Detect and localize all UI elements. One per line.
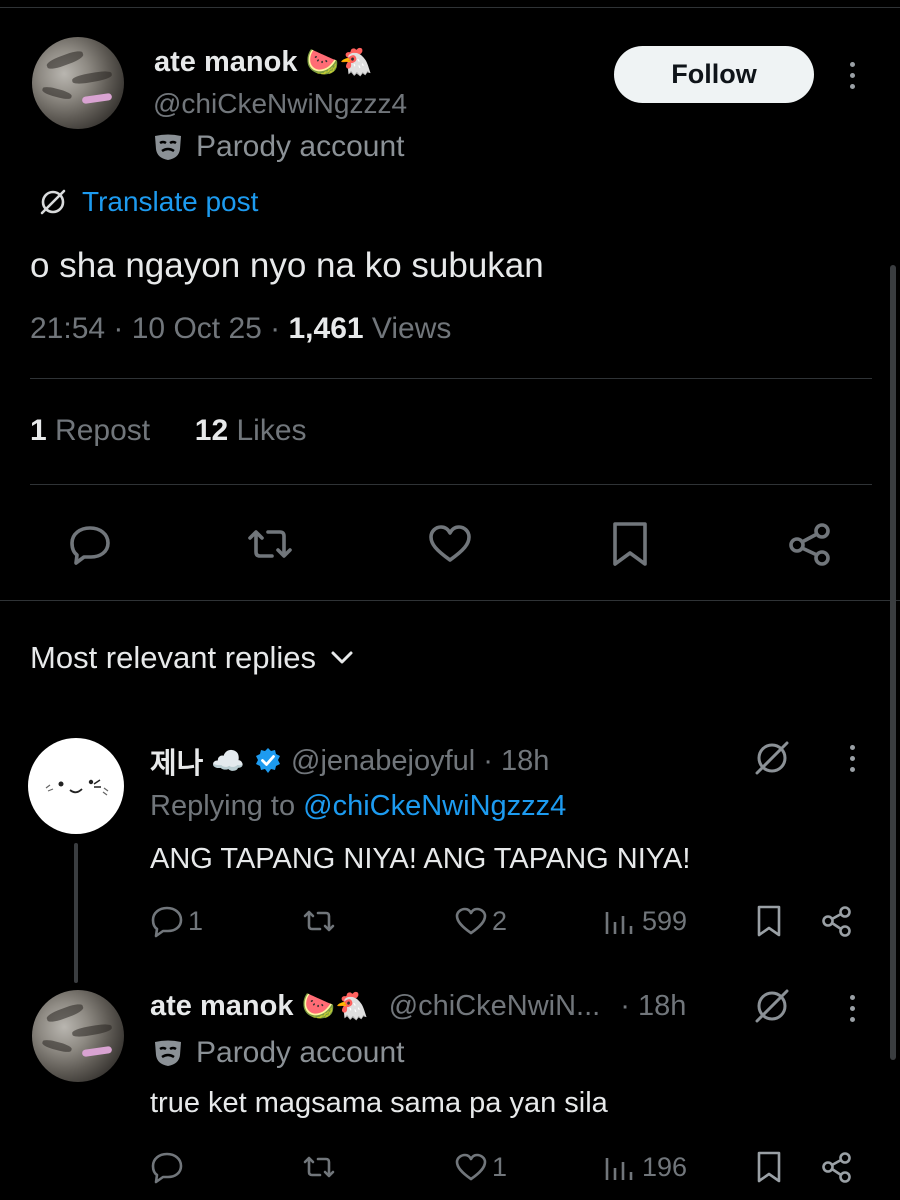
scrollbar[interactable] — [890, 265, 896, 1060]
top-divider — [0, 7, 900, 8]
like-count: 1 — [492, 1151, 508, 1182]
like-count: 2 — [492, 905, 508, 936]
reply-views-action[interactable]: 599 — [602, 904, 687, 938]
author-name-row[interactable]: ate manok 🍉🐔 — [154, 46, 373, 79]
reposts-label: Repost — [55, 414, 151, 447]
reply-more-options-icon[interactable] — [850, 995, 855, 1022]
reply-like-action[interactable]: 2 — [454, 904, 507, 938]
replying-handle-link[interactable]: @chiCkeNwiNgzzz4 — [303, 790, 566, 822]
likes-stat[interactable]: 12 Likes — [195, 414, 307, 447]
replying-to: Replying to @chiCkeNwiNgzzz4 — [150, 790, 566, 823]
reply-more-options-icon[interactable] — [850, 745, 855, 772]
post-date[interactable]: 10 Oct 25 — [132, 312, 262, 345]
reply-text: ANG TAPANG NIYA! ANG TAPANG NIYA! — [150, 843, 691, 875]
reply-icon[interactable] — [150, 1150, 184, 1184]
views-label: Views — [371, 312, 452, 345]
bookmark-icon[interactable] — [752, 904, 786, 938]
reply-author-emoji: 🍉🐔 — [301, 991, 369, 1021]
like-icon[interactable] — [426, 520, 474, 568]
repost-icon[interactable] — [302, 1150, 336, 1184]
repost-icon[interactable] — [246, 520, 294, 568]
parody-label: Parody account — [196, 1036, 405, 1069]
parody-badge: Parody account — [152, 130, 404, 164]
share-icon[interactable] — [820, 1150, 854, 1184]
replies-sort-label[interactable]: Most relevant replies — [30, 640, 316, 676]
reply-author-emoji: ☁️ — [211, 745, 245, 776]
reply-icon[interactable] — [150, 904, 184, 938]
reply-avatar[interactable] — [32, 990, 124, 1082]
reply-time[interactable]: · 18h — [483, 745, 549, 778]
translate-icon — [40, 189, 66, 215]
reply-count: 1 — [188, 905, 204, 936]
follow-button[interactable]: Follow — [614, 46, 814, 103]
view-count: 196 — [642, 1151, 688, 1182]
share-icon[interactable] — [820, 904, 854, 938]
thread-connector — [74, 843, 78, 983]
reply-text: true ket magsama sama pa yan sila — [150, 1087, 608, 1119]
author-name-emoji: 🍉🐔 — [305, 47, 373, 77]
cloud-face-avatar-icon — [45, 779, 109, 796]
translate-label[interactable]: Translate post — [82, 186, 258, 218]
reply-handle[interactable]: @jenabejoyful — [291, 745, 475, 778]
translate-icon[interactable] — [752, 738, 792, 778]
reply-like-action[interactable]: 1 — [454, 1150, 507, 1184]
reply-views-action[interactable]: 196 — [602, 1150, 687, 1184]
parody-mask-icon — [155, 1040, 181, 1066]
parody-mask-icon — [155, 134, 181, 160]
bookmark-icon[interactable] — [752, 1150, 786, 1184]
reply-author-name[interactable]: ate manok — [150, 990, 293, 1023]
like-icon[interactable] — [454, 904, 488, 938]
replying-prefix: Replying to — [150, 790, 296, 822]
reposts-stat[interactable]: 1 Repost — [30, 414, 150, 447]
bookmark-icon[interactable] — [606, 520, 654, 568]
post-text: o sha ngayon nyo na ko subukan — [30, 246, 544, 285]
reply-icon[interactable] — [66, 520, 114, 568]
post-stats: 1 Repost 12 Likes — [30, 414, 307, 448]
post-time[interactable]: 21:54 — [30, 312, 105, 345]
chevron-down-icon[interactable] — [330, 650, 354, 666]
parody-label: Parody account — [196, 130, 405, 163]
parody-badge: Parody account — [152, 1036, 404, 1070]
divider — [0, 600, 900, 601]
translate-post-link[interactable]: Translate post — [38, 186, 258, 218]
like-icon[interactable] — [454, 1150, 488, 1184]
view-count: 599 — [642, 905, 688, 936]
views-chart-icon[interactable] — [602, 904, 636, 938]
more-options-icon[interactable] — [850, 62, 855, 89]
post-meta: 21:54 · 10 Oct 25 · 1,461 Views — [30, 312, 452, 345]
replies-sort-dropdown[interactable]: Most relevant replies — [30, 640, 354, 676]
reply-reply-action[interactable]: 1 — [150, 904, 203, 938]
repost-icon[interactable] — [302, 904, 336, 938]
author-handle[interactable]: @chiCkeNwiNgzzz4 — [153, 88, 407, 120]
translate-icon[interactable] — [752, 986, 792, 1026]
reply-author-name[interactable]: 제나 — [150, 740, 203, 782]
views-count: 1,461 — [288, 312, 364, 345]
likes-label: Likes — [236, 414, 307, 447]
author-avatar[interactable] — [32, 37, 124, 129]
reply-handle[interactable]: @chiCkeNwiN... — [389, 990, 601, 1023]
reply-time[interactable]: · 18h — [620, 990, 686, 1023]
reply-header: 제나 ☁️ @jenabejoyful · 18h — [150, 740, 549, 782]
reposts-count: 1 — [30, 414, 47, 447]
likes-count: 12 — [194, 414, 229, 447]
reply-header: ate manok 🍉🐔 @chiCkeNwiN... · 18h — [150, 990, 686, 1023]
verified-badge-icon[interactable] — [253, 746, 283, 776]
divider — [30, 484, 872, 485]
views-chart-icon[interactable] — [602, 1150, 636, 1184]
share-icon[interactable] — [786, 520, 834, 568]
reply-avatar[interactable] — [28, 738, 124, 834]
divider — [30, 378, 872, 379]
author-name[interactable]: ate manok — [154, 46, 297, 79]
